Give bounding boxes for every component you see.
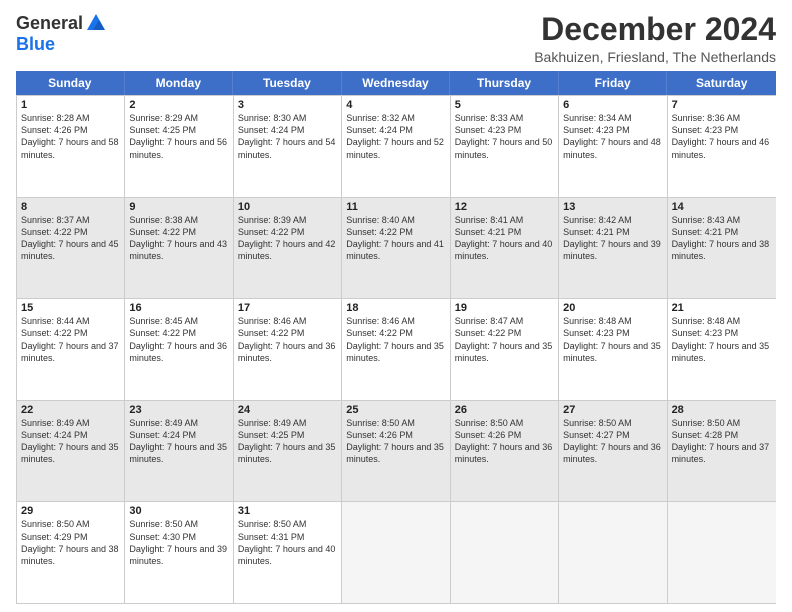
logo: General Blue [16,12,107,55]
week-4: 22 Sunrise: 8:49 AMSunset: 4:24 PMDaylig… [17,400,776,502]
day-1: 1 Sunrise: 8:28 AMSunset: 4:26 PMDayligh… [17,96,125,197]
calendar-body: 1 Sunrise: 8:28 AMSunset: 4:26 PMDayligh… [16,95,776,604]
day-3: 3 Sunrise: 8:30 AMSunset: 4:24 PMDayligh… [234,96,342,197]
header-sunday: Sunday [16,71,125,95]
day-20: 20 Sunrise: 8:48 AMSunset: 4:23 PMDaylig… [559,299,667,400]
day-30: 30 Sunrise: 8:50 AMSunset: 4:30 PMDaylig… [125,502,233,603]
logo-blue-text: Blue [16,34,55,55]
day-5: 5 Sunrise: 8:33 AMSunset: 4:23 PMDayligh… [451,96,559,197]
calendar-header: Sunday Monday Tuesday Wednesday Thursday… [16,71,776,95]
empty-4 [668,502,776,603]
day-27: 27 Sunrise: 8:50 AMSunset: 4:27 PMDaylig… [559,401,667,502]
header-tuesday: Tuesday [233,71,342,95]
day-12: 12 Sunrise: 8:41 AMSunset: 4:21 PMDaylig… [451,198,559,299]
day-31: 31 Sunrise: 8:50 AMSunset: 4:31 PMDaylig… [234,502,342,603]
day-8: 8 Sunrise: 8:37 AMSunset: 4:22 PMDayligh… [17,198,125,299]
day-21: 21 Sunrise: 8:48 AMSunset: 4:23 PMDaylig… [668,299,776,400]
header-friday: Friday [559,71,668,95]
day-14: 14 Sunrise: 8:43 AMSunset: 4:21 PMDaylig… [668,198,776,299]
month-title: December 2024 [534,12,776,47]
day-25: 25 Sunrise: 8:50 AMSunset: 4:26 PMDaylig… [342,401,450,502]
day-13: 13 Sunrise: 8:42 AMSunset: 4:21 PMDaylig… [559,198,667,299]
location: Bakhuizen, Friesland, The Netherlands [534,49,776,65]
day-7: 7 Sunrise: 8:36 AMSunset: 4:23 PMDayligh… [668,96,776,197]
logo-general-text: General [16,13,83,34]
day-9: 9 Sunrise: 8:38 AMSunset: 4:22 PMDayligh… [125,198,233,299]
day-24: 24 Sunrise: 8:49 AMSunset: 4:25 PMDaylig… [234,401,342,502]
header-thursday: Thursday [450,71,559,95]
week-1: 1 Sunrise: 8:28 AMSunset: 4:26 PMDayligh… [17,95,776,197]
calendar: Sunday Monday Tuesday Wednesday Thursday… [16,71,776,604]
week-2: 8 Sunrise: 8:37 AMSunset: 4:22 PMDayligh… [17,197,776,299]
day-10: 10 Sunrise: 8:39 AMSunset: 4:22 PMDaylig… [234,198,342,299]
day-26: 26 Sunrise: 8:50 AMSunset: 4:26 PMDaylig… [451,401,559,502]
day-17: 17 Sunrise: 8:46 AMSunset: 4:22 PMDaylig… [234,299,342,400]
header-wednesday: Wednesday [342,71,451,95]
day-23: 23 Sunrise: 8:49 AMSunset: 4:24 PMDaylig… [125,401,233,502]
day-19: 19 Sunrise: 8:47 AMSunset: 4:22 PMDaylig… [451,299,559,400]
title-area: December 2024 Bakhuizen, Friesland, The … [534,12,776,65]
day-2: 2 Sunrise: 8:29 AMSunset: 4:25 PMDayligh… [125,96,233,197]
day-15: 15 Sunrise: 8:44 AMSunset: 4:22 PMDaylig… [17,299,125,400]
day-4: 4 Sunrise: 8:32 AMSunset: 4:24 PMDayligh… [342,96,450,197]
header-saturday: Saturday [667,71,776,95]
week-3: 15 Sunrise: 8:44 AMSunset: 4:22 PMDaylig… [17,298,776,400]
week-5: 29 Sunrise: 8:50 AMSunset: 4:29 PMDaylig… [17,501,776,603]
day-16: 16 Sunrise: 8:45 AMSunset: 4:22 PMDaylig… [125,299,233,400]
logo-icon [85,12,107,34]
empty-1 [342,502,450,603]
empty-3 [559,502,667,603]
day-28: 28 Sunrise: 8:50 AMSunset: 4:28 PMDaylig… [668,401,776,502]
day-29: 29 Sunrise: 8:50 AMSunset: 4:29 PMDaylig… [17,502,125,603]
day-22: 22 Sunrise: 8:49 AMSunset: 4:24 PMDaylig… [17,401,125,502]
day-6: 6 Sunrise: 8:34 AMSunset: 4:23 PMDayligh… [559,96,667,197]
empty-2 [451,502,559,603]
page: General Blue December 2024 Bakhuizen, Fr… [0,0,792,612]
header-monday: Monday [125,71,234,95]
day-11: 11 Sunrise: 8:40 AMSunset: 4:22 PMDaylig… [342,198,450,299]
header: General Blue December 2024 Bakhuizen, Fr… [16,12,776,65]
day-18: 18 Sunrise: 8:46 AMSunset: 4:22 PMDaylig… [342,299,450,400]
